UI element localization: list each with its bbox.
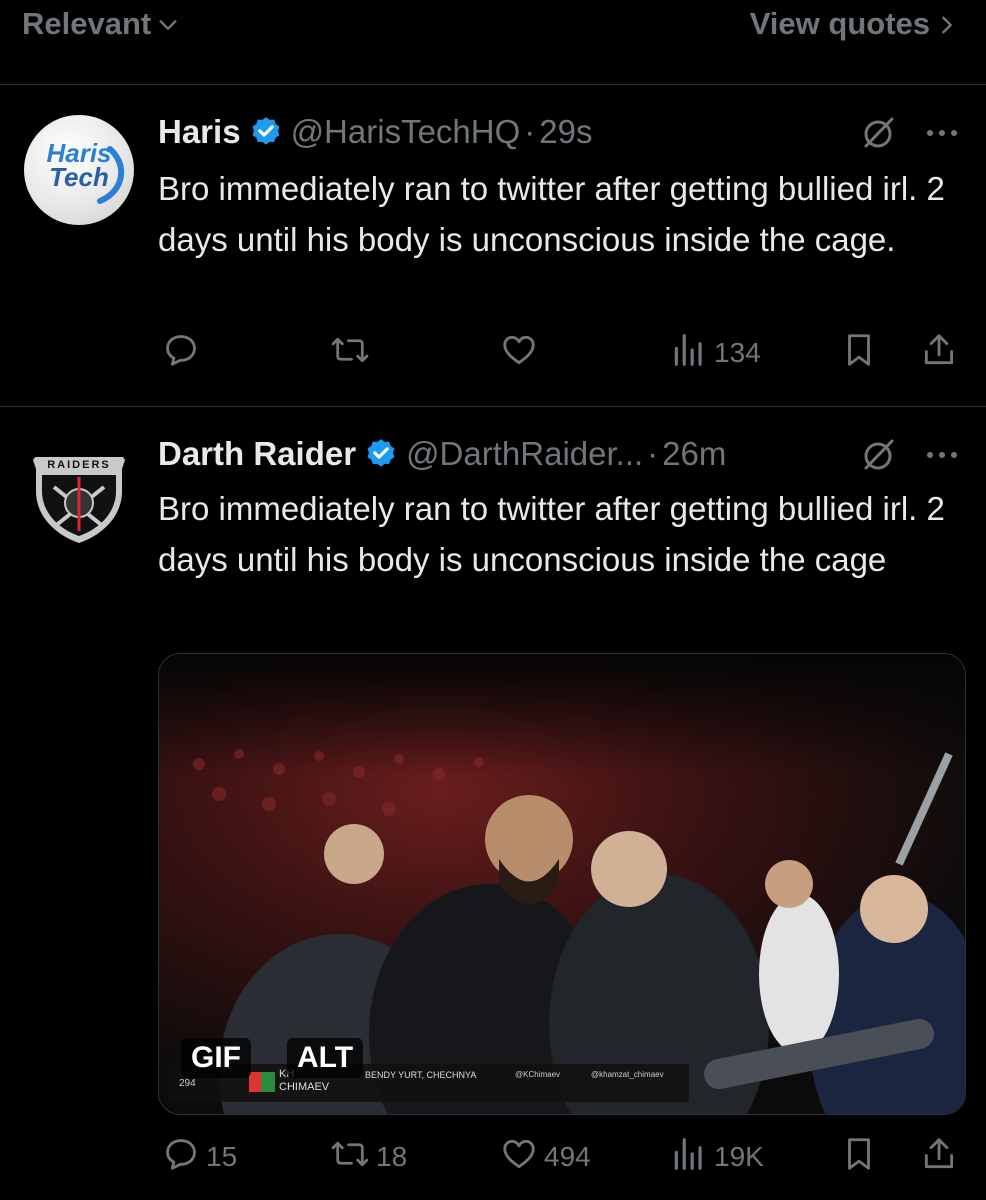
sort-label: Relevant xyxy=(22,6,152,41)
reply-button[interactable]: 15 xyxy=(162,1137,237,1177)
views-button[interactable]: 19K xyxy=(670,1137,764,1177)
bookmark-icon xyxy=(840,331,878,376)
bookmark-button[interactable] xyxy=(840,1137,878,1177)
post-actions: 134 xyxy=(158,333,968,373)
more-icon[interactable] xyxy=(922,121,962,145)
separator: · xyxy=(647,435,659,472)
share-icon xyxy=(920,1135,958,1180)
like-icon xyxy=(500,331,538,376)
verified-icon xyxy=(249,115,283,149)
reply-icon xyxy=(162,331,200,376)
overlay-ticker: BENDY YURT, CHECHNYA xyxy=(365,1070,477,1080)
replies-header: Relevant View quotes xyxy=(0,0,986,85)
overlay-handle-2: @khamzat_chimaev xyxy=(591,1070,664,1079)
post[interactable]: Haris Tech Haris @HarisTechHQ · 29s Bro … xyxy=(0,85,986,407)
more-icon[interactable] xyxy=(922,443,962,467)
reply-icon xyxy=(162,1135,200,1180)
share-button[interactable] xyxy=(920,1137,958,1177)
like-icon xyxy=(500,1135,538,1180)
handle[interactable]: @HarisTechHQ xyxy=(291,113,521,151)
reply-button[interactable] xyxy=(162,333,206,373)
bookmark-button[interactable] xyxy=(840,333,878,373)
grok-icon[interactable] xyxy=(858,435,898,475)
share-button[interactable] xyxy=(920,333,958,373)
post-actions: 15 18 494 19K xyxy=(158,1137,968,1177)
avatar[interactable]: RAIDERS xyxy=(24,435,134,545)
views-count: 19K xyxy=(714,1141,764,1172)
views-count: 134 xyxy=(714,337,761,368)
raiders-shield-icon xyxy=(32,457,126,543)
avatar[interactable]: Haris Tech xyxy=(24,115,134,225)
view-quotes-link[interactable]: View quotes xyxy=(750,6,958,44)
repost-button[interactable]: 18 xyxy=(330,1137,407,1177)
views-button[interactable]: 134 xyxy=(670,333,761,373)
repost-icon xyxy=(330,1135,370,1180)
handle[interactable]: @DarthRaider... xyxy=(406,435,643,473)
chevron-down-icon xyxy=(157,8,179,44)
repost-button[interactable] xyxy=(330,333,376,373)
display-name[interactable]: Haris xyxy=(158,113,241,151)
overlay-name-bottom: CHIMAEV xyxy=(279,1081,330,1093)
chevron-right-icon xyxy=(936,8,958,44)
views-icon xyxy=(670,1135,708,1180)
repost-icon xyxy=(330,331,370,376)
post-text: Bro immediately ran to twitter after get… xyxy=(158,490,945,578)
sort-dropdown[interactable]: Relevant xyxy=(22,6,179,44)
views-icon xyxy=(670,331,708,376)
post-header: Haris @HarisTechHQ · 29s xyxy=(158,109,593,155)
overlay-number: 294 xyxy=(179,1078,196,1089)
post-text: Bro immediately ran to twitter after get… xyxy=(158,170,945,258)
separator: · xyxy=(524,113,536,150)
alt-badge[interactable]: ALT xyxy=(287,1038,364,1078)
post[interactable]: RAIDERS Darth Raider @DarthRaider... · 2… xyxy=(0,407,986,1200)
view-quotes-label: View quotes xyxy=(749,6,930,41)
like-button[interactable]: 494 xyxy=(500,1137,591,1177)
repost-count: 18 xyxy=(376,1141,408,1172)
gif-badge: GIF xyxy=(181,1038,251,1078)
bookmark-icon xyxy=(840,1135,878,1180)
display-name[interactable]: Darth Raider xyxy=(158,435,356,473)
timestamp[interactable]: 29s xyxy=(539,113,592,151)
verified-icon xyxy=(364,437,398,471)
avatar-logo-text: RAIDERS xyxy=(47,459,111,471)
post-header: Darth Raider @DarthRaider... · 26m xyxy=(158,431,726,477)
grok-icon[interactable] xyxy=(858,113,898,153)
share-icon xyxy=(920,331,958,376)
gif-frame-image xyxy=(159,654,965,1114)
avatar-swoosh-icon xyxy=(97,146,125,204)
like-button[interactable] xyxy=(500,333,544,373)
reply-count: 15 xyxy=(206,1141,238,1172)
timestamp[interactable]: 26m xyxy=(662,435,726,473)
overlay-handle-1: @KChimaev xyxy=(515,1070,561,1079)
gif-media[interactable]: 294 KH CHIMAEV BENDY YURT, CHECHNYA @KCh… xyxy=(158,653,966,1115)
like-count: 494 xyxy=(544,1141,591,1172)
